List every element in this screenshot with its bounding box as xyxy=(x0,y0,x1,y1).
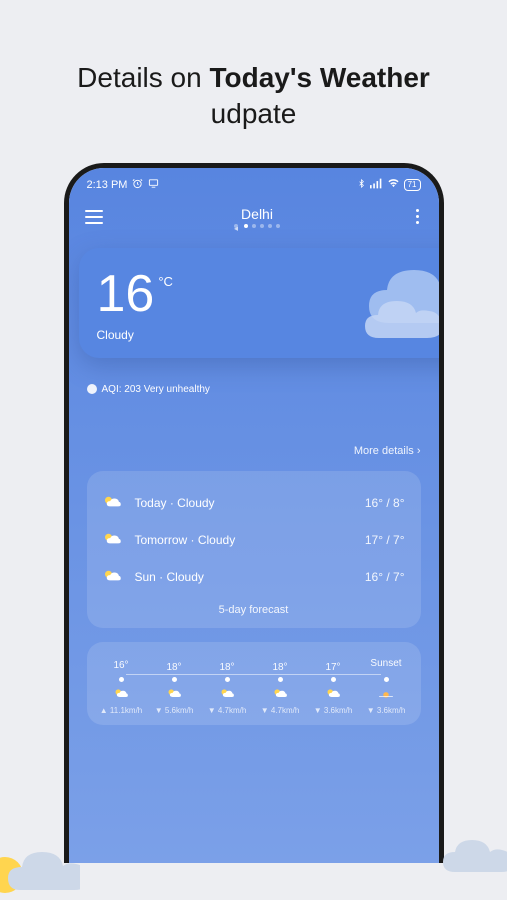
bluetooth-icon xyxy=(357,178,366,192)
hourly-wind: ▼ 4.7km/h xyxy=(201,706,254,715)
page-heading: Details on Today's Weather udpate xyxy=(0,0,507,163)
partly-cloudy-icon xyxy=(148,688,201,702)
more-options-button[interactable] xyxy=(412,205,423,228)
page-indicator: ◂ xyxy=(103,224,412,228)
decoration-cloud-icon xyxy=(437,830,507,880)
hourly-wind: ▼ 4.7km/h xyxy=(254,706,307,715)
cloud-icon xyxy=(359,293,439,348)
hourly-wind: ▼ 3.6km/h xyxy=(307,706,360,715)
wifi-icon xyxy=(387,178,400,192)
heading-suffix: udpate xyxy=(211,98,297,129)
forecast-temps: 16° / 7° xyxy=(365,570,405,584)
forecast-row[interactable]: Today · Cloudy 16° / 8° xyxy=(103,485,405,522)
hourly-item: 18° ▼ 5.6km/h xyxy=(148,662,201,715)
heading-prefix: Details on xyxy=(77,62,209,93)
phone-frame: 2:13 PM 71 xyxy=(64,163,444,863)
hourly-temp: Sunset xyxy=(360,658,413,669)
more-details-link[interactable]: More details › xyxy=(87,445,421,457)
hourly-item: 18° ▼ 4.7km/h xyxy=(201,662,254,715)
current-temp: 16 xyxy=(97,268,155,320)
forecast-temps: 16° / 8° xyxy=(365,496,405,510)
daily-forecast-card: Today · Cloudy 16° / 8° Tomorrow · Cloud… xyxy=(87,471,421,628)
aqi-row[interactable]: AQI: 203 Very unhealthy xyxy=(87,384,421,395)
forecast-temps: 17° / 7° xyxy=(365,533,405,547)
hourly-wind: ▼ 3.6km/h xyxy=(360,706,413,715)
hourly-temp: 16° xyxy=(95,660,148,671)
hourly-wind: ▲ 11.1km/h xyxy=(95,706,148,715)
aqi-text: AQI: 203 Very unhealthy xyxy=(102,384,210,395)
location-selector[interactable]: Delhi ◂ xyxy=(103,206,412,228)
hourly-temp: 18° xyxy=(254,662,307,673)
hourly-temp: 18° xyxy=(201,662,254,673)
partly-cloudy-icon xyxy=(254,688,307,702)
battery-indicator: 71 xyxy=(404,179,421,191)
forecast-label: Sun · Cloudy xyxy=(135,570,365,584)
partly-cloudy-icon xyxy=(103,495,123,512)
location-name: Delhi xyxy=(103,206,412,222)
signal-icon xyxy=(370,178,383,192)
forecast-label: Tomorrow · Cloudy xyxy=(135,533,365,547)
status-time: 2:13 PM xyxy=(87,179,128,191)
aqi-face-icon xyxy=(87,384,97,394)
partly-cloudy-icon xyxy=(103,569,123,586)
menu-button[interactable] xyxy=(85,204,103,230)
hourly-temp: 18° xyxy=(148,662,201,673)
heading-bold: Today's Weather xyxy=(209,62,429,93)
forecast-row[interactable]: Sun · Cloudy 16° / 7° xyxy=(103,559,405,596)
hourly-wind: ▼ 5.6km/h xyxy=(148,706,201,715)
partly-cloudy-icon xyxy=(307,688,360,702)
sunset-icon xyxy=(360,688,413,702)
hourly-item: 17° ▼ 3.6km/h xyxy=(307,662,360,715)
app-header: Delhi ◂ xyxy=(69,196,439,234)
forecast-label: Today · Cloudy xyxy=(135,496,365,510)
hourly-temp: 17° xyxy=(307,662,360,673)
hourly-item: 16° ▲ 11.1km/h xyxy=(95,660,148,715)
current-weather-card[interactable]: 16 °C Cloudy xyxy=(79,248,439,358)
hourly-item: Sunset ▼ 3.6km/h xyxy=(360,658,413,715)
cast-icon xyxy=(148,178,159,192)
hourly-forecast-card[interactable]: 16° ▲ 11.1km/h 18° ▼ 5.6km/h 18° xyxy=(87,642,421,725)
status-bar: 2:13 PM 71 xyxy=(69,168,439,196)
decoration-sun-cloud-icon xyxy=(0,830,80,900)
alarm-icon xyxy=(132,178,143,192)
partly-cloudy-icon xyxy=(103,532,123,549)
five-day-forecast-link[interactable]: 5-day forecast xyxy=(103,596,405,616)
chevron-right-icon: › xyxy=(417,445,421,457)
forecast-row[interactable]: Tomorrow · Cloudy 17° / 7° xyxy=(103,522,405,559)
temp-unit: °C xyxy=(158,274,173,289)
partly-cloudy-icon xyxy=(95,688,148,702)
partly-cloudy-icon xyxy=(201,688,254,702)
hourly-item: 18° ▼ 4.7km/h xyxy=(254,662,307,715)
